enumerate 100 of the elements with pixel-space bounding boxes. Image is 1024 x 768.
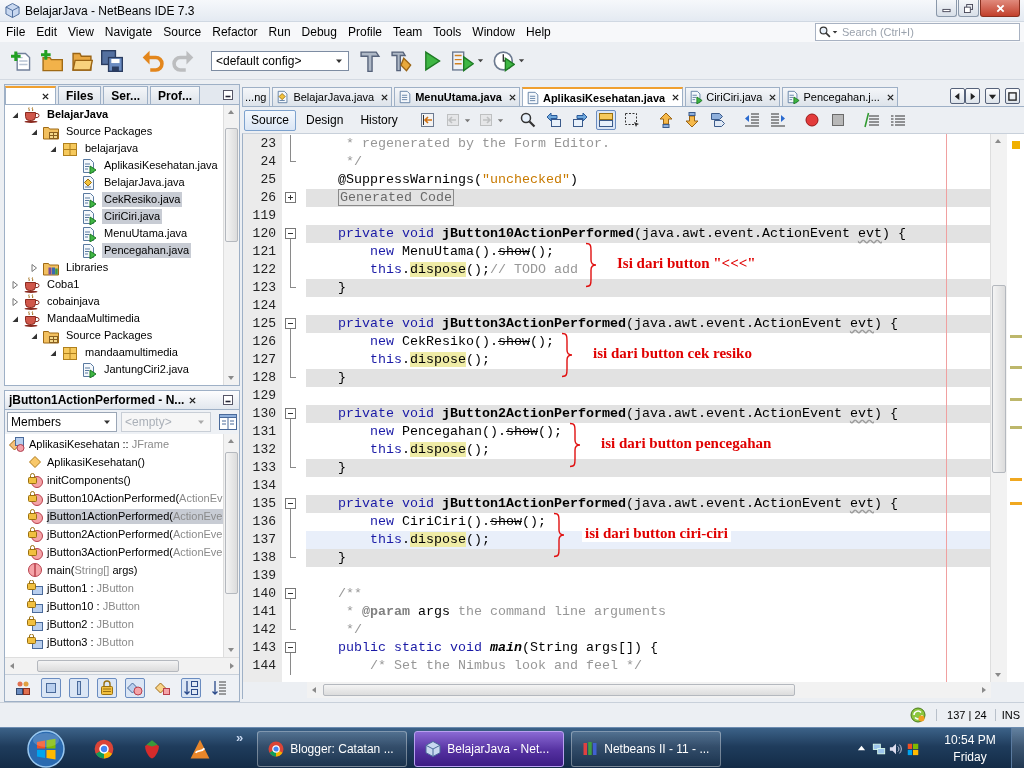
menu-item[interactable]: View bbox=[63, 24, 99, 40]
expanded-arrow-icon[interactable] bbox=[30, 331, 38, 340]
menu-item[interactable]: Window bbox=[467, 24, 521, 40]
menu-item[interactable]: Profile bbox=[343, 24, 387, 40]
panel-tab[interactable]: Files bbox=[58, 86, 102, 104]
close-icon[interactable] bbox=[42, 92, 49, 100]
inner-classes-icon[interactable] bbox=[125, 678, 145, 698]
fold-collapse-icon[interactable] bbox=[285, 228, 296, 243]
menu-item[interactable]: File bbox=[1, 24, 31, 40]
expanded-arrow-icon[interactable] bbox=[49, 348, 57, 357]
notification-icon[interactable] bbox=[910, 707, 927, 723]
horizontal-scrollbar[interactable] bbox=[307, 682, 991, 698]
collapsed-arrow-icon[interactable] bbox=[11, 280, 19, 289]
save-all-icon[interactable] bbox=[101, 49, 123, 72]
tree-item[interactable]: BelajarJava bbox=[45, 107, 111, 122]
editor-tab[interactable]: CiriCiri.java bbox=[685, 87, 781, 106]
debug-icon[interactable] bbox=[452, 49, 474, 72]
sort-by-name-icon[interactable] bbox=[181, 678, 201, 698]
menu-item[interactable]: Run bbox=[263, 24, 296, 40]
vertical-scrollbar[interactable] bbox=[223, 105, 239, 385]
browser-icon[interactable] bbox=[94, 738, 114, 759]
expanded-arrow-icon[interactable] bbox=[30, 127, 38, 136]
editor-tab[interactable]: Pencegahan.j... bbox=[782, 87, 898, 106]
clock-time[interactable]: 10:54 PM bbox=[944, 731, 996, 749]
view-tab[interactable]: Design bbox=[299, 109, 351, 131]
collapsed-arrow-icon[interactable] bbox=[30, 263, 38, 272]
close-icon[interactable] bbox=[886, 93, 894, 101]
close-button[interactable] bbox=[980, 0, 1020, 17]
comment-icon[interactable] bbox=[861, 110, 882, 130]
profile-icon[interactable] bbox=[493, 49, 515, 72]
tree-item[interactable]: Source Packages bbox=[64, 124, 155, 139]
menu-item[interactable]: Team bbox=[388, 24, 428, 40]
tree-item[interactable]: AplikasiKesehatan.java bbox=[102, 158, 220, 173]
view-tab[interactable]: Source bbox=[244, 109, 297, 131]
close-icon[interactable] bbox=[189, 396, 197, 404]
menu-item[interactable]: Help bbox=[521, 24, 556, 40]
menu-item[interactable]: Edit bbox=[31, 24, 63, 40]
menu-item[interactable]: Refactor bbox=[207, 24, 263, 40]
panel-title[interactable]: jButton1ActionPerformed - N... bbox=[9, 393, 185, 407]
expanded-arrow-icon[interactable] bbox=[49, 144, 57, 153]
network-icon[interactable] bbox=[872, 741, 886, 756]
panel-tab[interactable]: Ser... bbox=[103, 86, 149, 104]
member-item[interactable]: jButton2 : JButton bbox=[47, 616, 135, 632]
scrollbar-thumb[interactable] bbox=[323, 684, 795, 696]
code-editor[interactable] bbox=[243, 134, 990, 682]
expanded-arrow-icon[interactable] bbox=[11, 110, 19, 119]
flag-icon[interactable] bbox=[906, 741, 920, 756]
member-item[interactable]: jButton3 : JButton bbox=[47, 634, 135, 650]
close-icon[interactable] bbox=[508, 93, 516, 101]
editor-tab[interactable]: ...ng bbox=[242, 87, 271, 106]
member-item[interactable]: jButton3ActionPerformed(ActionEve bbox=[47, 544, 223, 560]
close-icon[interactable] bbox=[769, 93, 777, 101]
config-dropdown[interactable]: <default config> bbox=[211, 50, 349, 71]
member-item[interactable]: jButton1 : JButton bbox=[47, 580, 135, 596]
tree-item[interactable]: cobainjava bbox=[45, 294, 102, 309]
member-item[interactable]: jButton2ActionPerformed(ActionEve bbox=[47, 526, 223, 542]
member-item[interactable]: jButton10 : JButton bbox=[47, 598, 141, 614]
tree-item[interactable]: MandaaMultimedia bbox=[45, 311, 142, 326]
scroll-tabs-left-button[interactable] bbox=[950, 88, 965, 104]
menu-item[interactable]: Tools bbox=[428, 24, 467, 40]
tree-item[interactable]: MenuUtama.java bbox=[102, 226, 190, 241]
padlock-icon[interactable] bbox=[97, 678, 117, 698]
maximize-button[interactable] bbox=[1005, 88, 1020, 104]
clean-build-icon[interactable] bbox=[390, 49, 412, 72]
fold-collapse-icon[interactable] bbox=[285, 642, 296, 657]
show-more-button[interactable]: » bbox=[236, 730, 244, 745]
close-icon[interactable] bbox=[381, 93, 389, 101]
horizontal-scrollbar[interactable] bbox=[5, 657, 239, 674]
tree-item[interactable]: Coba1 bbox=[45, 277, 82, 292]
scrollbar-thumb[interactable] bbox=[225, 128, 238, 242]
hammer-icon[interactable] bbox=[359, 49, 381, 72]
member-item[interactable]: jButton10ActionPerformed(ActionEv bbox=[47, 490, 223, 506]
tree-item[interactable]: CiriCiri.java bbox=[102, 209, 163, 224]
member-item[interactable]: AplikasiKesehatan :: JFrame bbox=[29, 436, 170, 452]
collapsed-arrow-icon[interactable] bbox=[11, 297, 19, 306]
start-orb-icon[interactable] bbox=[26, 728, 66, 768]
clock-day[interactable]: Friday bbox=[953, 748, 987, 766]
tree-item[interactable]: JantungCiri2.java bbox=[102, 362, 191, 377]
taskbar-button[interactable]: BelajarJava - Net... bbox=[414, 730, 565, 767]
scroll-tabs-right-button[interactable] bbox=[965, 88, 980, 104]
tree-item[interactable]: Pencegahan.java bbox=[102, 243, 191, 258]
static-filter-icon[interactable] bbox=[69, 678, 89, 698]
menu-item[interactable]: Navigate bbox=[99, 24, 158, 40]
new-project-icon[interactable] bbox=[41, 49, 63, 72]
fold-expand-icon[interactable] bbox=[285, 192, 296, 203]
member-item[interactable]: main(String[] args) bbox=[47, 562, 139, 578]
scrollbar-thumb[interactable] bbox=[992, 285, 1006, 473]
new-file-icon[interactable] bbox=[11, 49, 33, 72]
caret-icon[interactable] bbox=[477, 57, 484, 64]
tray-expand-icon[interactable] bbox=[857, 744, 866, 753]
search-field[interactable]: Search (Ctrl+I) bbox=[815, 23, 1020, 41]
expanded-arrow-icon[interactable] bbox=[11, 314, 19, 323]
fields-filter-icon[interactable] bbox=[41, 678, 61, 698]
restore-button[interactable] bbox=[958, 0, 979, 17]
tab-list-button[interactable] bbox=[985, 88, 1000, 104]
tree-item[interactable]: mandaamultimedia bbox=[83, 345, 180, 360]
members-dropdown[interactable]: Members bbox=[7, 412, 117, 432]
panel-tab[interactable]: Prof... bbox=[150, 86, 201, 104]
javadoc-window-icon[interactable] bbox=[219, 413, 237, 431]
caret-icon[interactable] bbox=[518, 57, 525, 64]
